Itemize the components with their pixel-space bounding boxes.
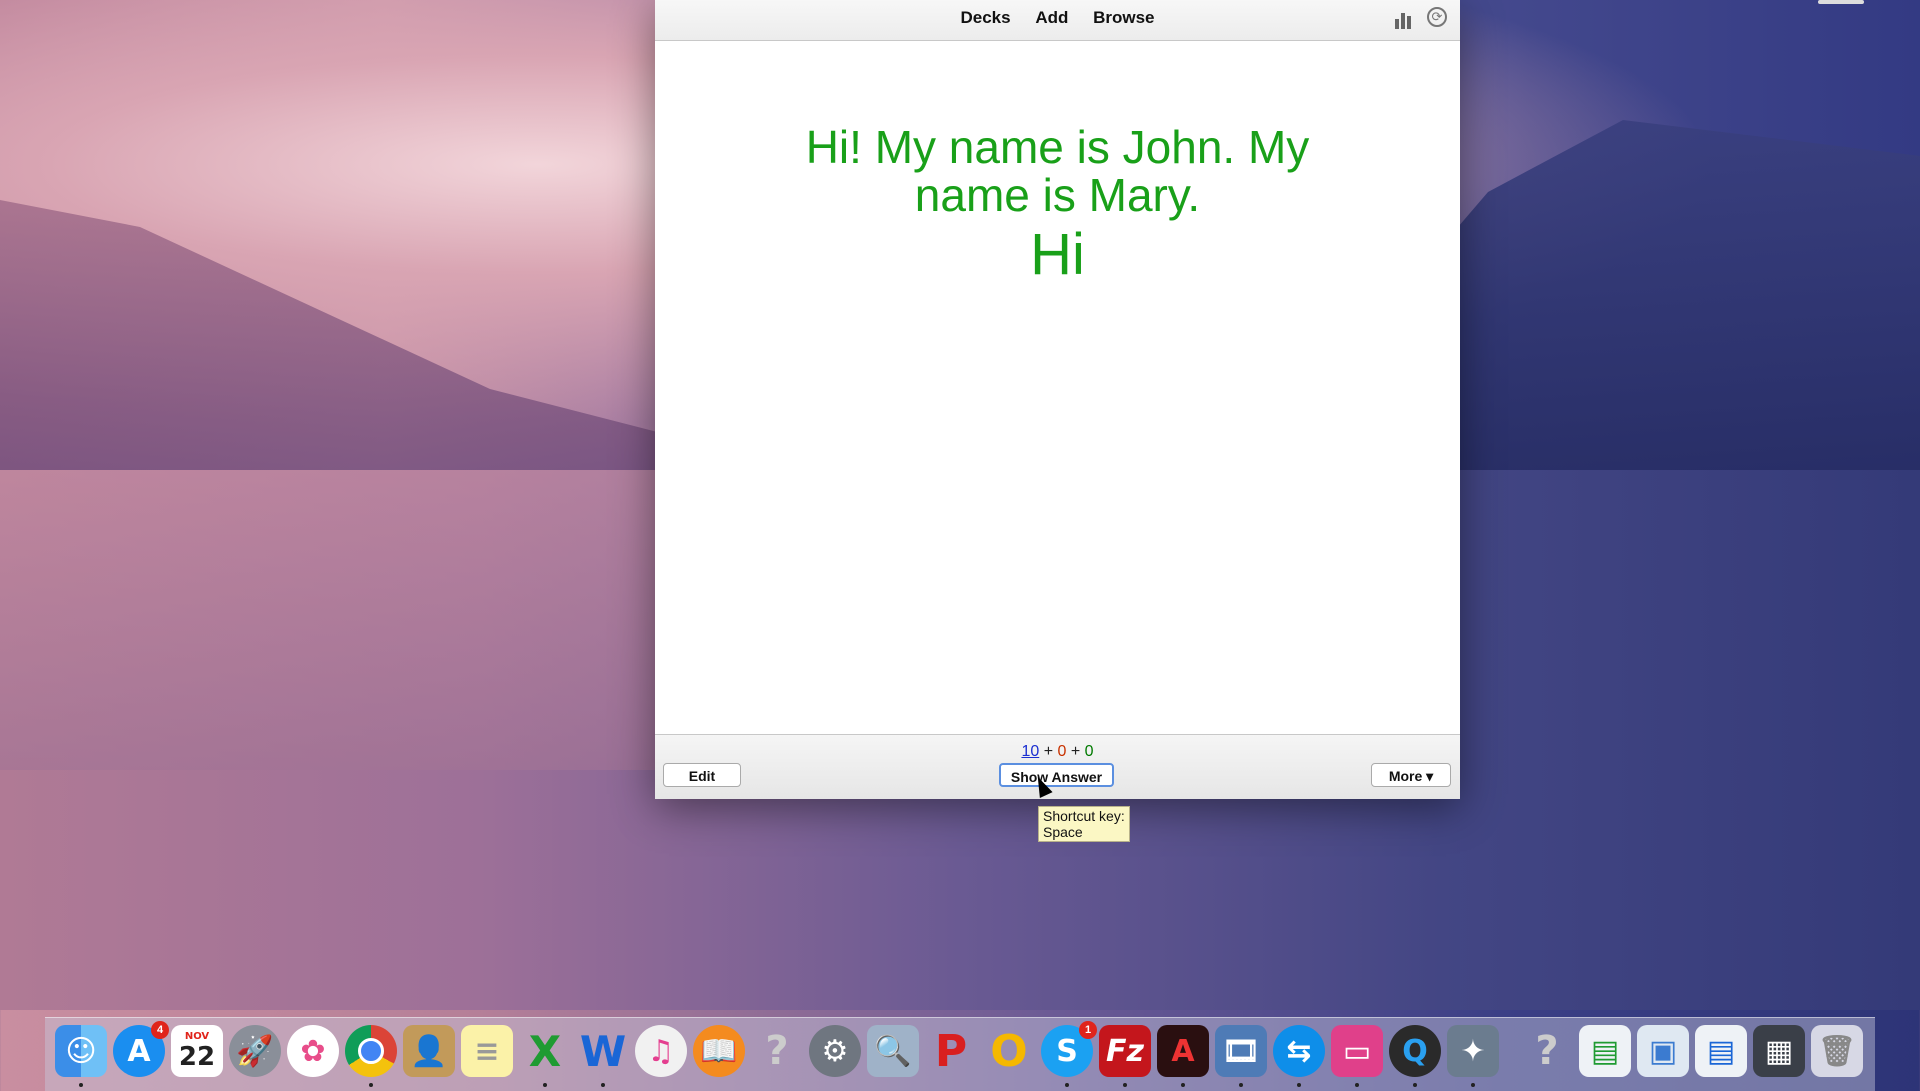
app-store-icon[interactable]: A4 (113, 1021, 169, 1077)
finder-window-icon[interactable]: ▣ (1637, 1025, 1689, 1077)
acrobat-icon[interactable]: A (1157, 1025, 1209, 1087)
count-plus: + (1043, 743, 1054, 760)
contacts-icon[interactable]: 👤 (403, 1025, 455, 1077)
itunes-icon[interactable]: ♫ (635, 1025, 687, 1077)
system-preferences-icon[interactable]: ⚙ (809, 1025, 861, 1077)
show-answer-button[interactable]: Show Answer (999, 763, 1114, 787)
card-answer-hint: Hi (1030, 222, 1085, 287)
monitor-icon[interactable]: ▭ (1331, 1025, 1383, 1087)
edit-button[interactable]: Edit (663, 763, 741, 787)
word-icon[interactable]: W (577, 1025, 629, 1087)
xcode-like-icon[interactable]: ✦ (1447, 1025, 1499, 1087)
notes-icon[interactable]: ≡ (461, 1025, 513, 1077)
review-count: 0 (1084, 743, 1094, 760)
presentation-app-icon[interactable]: P (925, 1025, 977, 1077)
dock: ☺ A4 NOV 22 🚀 ✿ 👤 ≡ X W ♫ 📖 ? ⚙ 🔍 P O S1 … (45, 1017, 1875, 1091)
tooltip-line2: Space (1043, 824, 1083, 840)
filezilla-icon[interactable]: Fz (1099, 1025, 1151, 1087)
decks-link[interactable]: Decks (960, 8, 1010, 27)
excel-document-icon[interactable]: ▤ (1579, 1025, 1631, 1077)
stats-icon[interactable] (1395, 9, 1415, 29)
skype-badge: 1 (1079, 1021, 1097, 1039)
anki-toolbar: Decks Add Browse ⟳ (655, 0, 1460, 41)
photo-theater-icon[interactable]: 🎞 (1215, 1025, 1267, 1087)
finder-icon[interactable]: ☺ (55, 1025, 107, 1087)
skype-icon[interactable]: S1 (1041, 1021, 1097, 1087)
card-area: Hi! My name is John. My name is Mary. Hi (655, 41, 1460, 734)
trash-icon[interactable]: 🗑 (1811, 1025, 1863, 1077)
excel-icon[interactable]: X (519, 1025, 571, 1087)
browse-link[interactable]: Browse (1093, 8, 1154, 27)
quicktime-icon[interactable]: Q (1389, 1025, 1441, 1087)
ibooks-icon[interactable]: 📖 (693, 1025, 745, 1077)
chrome-icon[interactable] (345, 1025, 397, 1087)
wallpaper-reflection (0, 470, 700, 770)
launchpad-icon[interactable]: 🚀 (229, 1025, 281, 1077)
review-bottom-bar: 10 + 0 + 0 Edit Show Answer More ▾ (655, 734, 1460, 799)
photos-icon[interactable]: ✿ (287, 1025, 339, 1077)
unknown-app-icon[interactable]: ? (751, 1025, 803, 1077)
tooltip-line1: Shortcut key: (1043, 808, 1125, 824)
app-store-badge: 4 (151, 1021, 169, 1039)
menu-bar-edge (1818, 0, 1864, 4)
due-counts: 10 + 0 + 0 (655, 743, 1460, 761)
more-button[interactable]: More ▾ (1371, 763, 1451, 787)
opera-icon[interactable]: O (983, 1025, 1035, 1077)
word-document-icon[interactable]: ▤ (1695, 1025, 1747, 1077)
add-link[interactable]: Add (1035, 8, 1068, 27)
toolbar-nav: Decks Add Browse (655, 8, 1460, 28)
calendar-month: NOV (184, 1030, 210, 1042)
learning-count: 0 (1057, 743, 1067, 760)
calendar-icon[interactable]: NOV 22 (171, 1025, 223, 1077)
unknown-app-icon[interactable]: ? (1521, 1025, 1573, 1077)
teamviewer-icon[interactable]: ⇆ (1273, 1025, 1325, 1087)
shortcut-tooltip: Shortcut key: Space (1038, 806, 1130, 842)
sync-icon[interactable]: ⟳ (1427, 7, 1447, 27)
card-question: Hi! My name is John. My name is Mary. (805, 121, 1310, 221)
count-plus: + (1070, 743, 1081, 760)
calendar-day: 22 (178, 1041, 216, 1072)
anki-window: Decks Add Browse ⟳ Hi! My name is John. … (655, 0, 1460, 799)
preview-icon[interactable]: 🔍 (867, 1025, 919, 1077)
new-count: 10 (1021, 743, 1040, 760)
screenshot-icon[interactable]: ▦ (1753, 1025, 1805, 1077)
